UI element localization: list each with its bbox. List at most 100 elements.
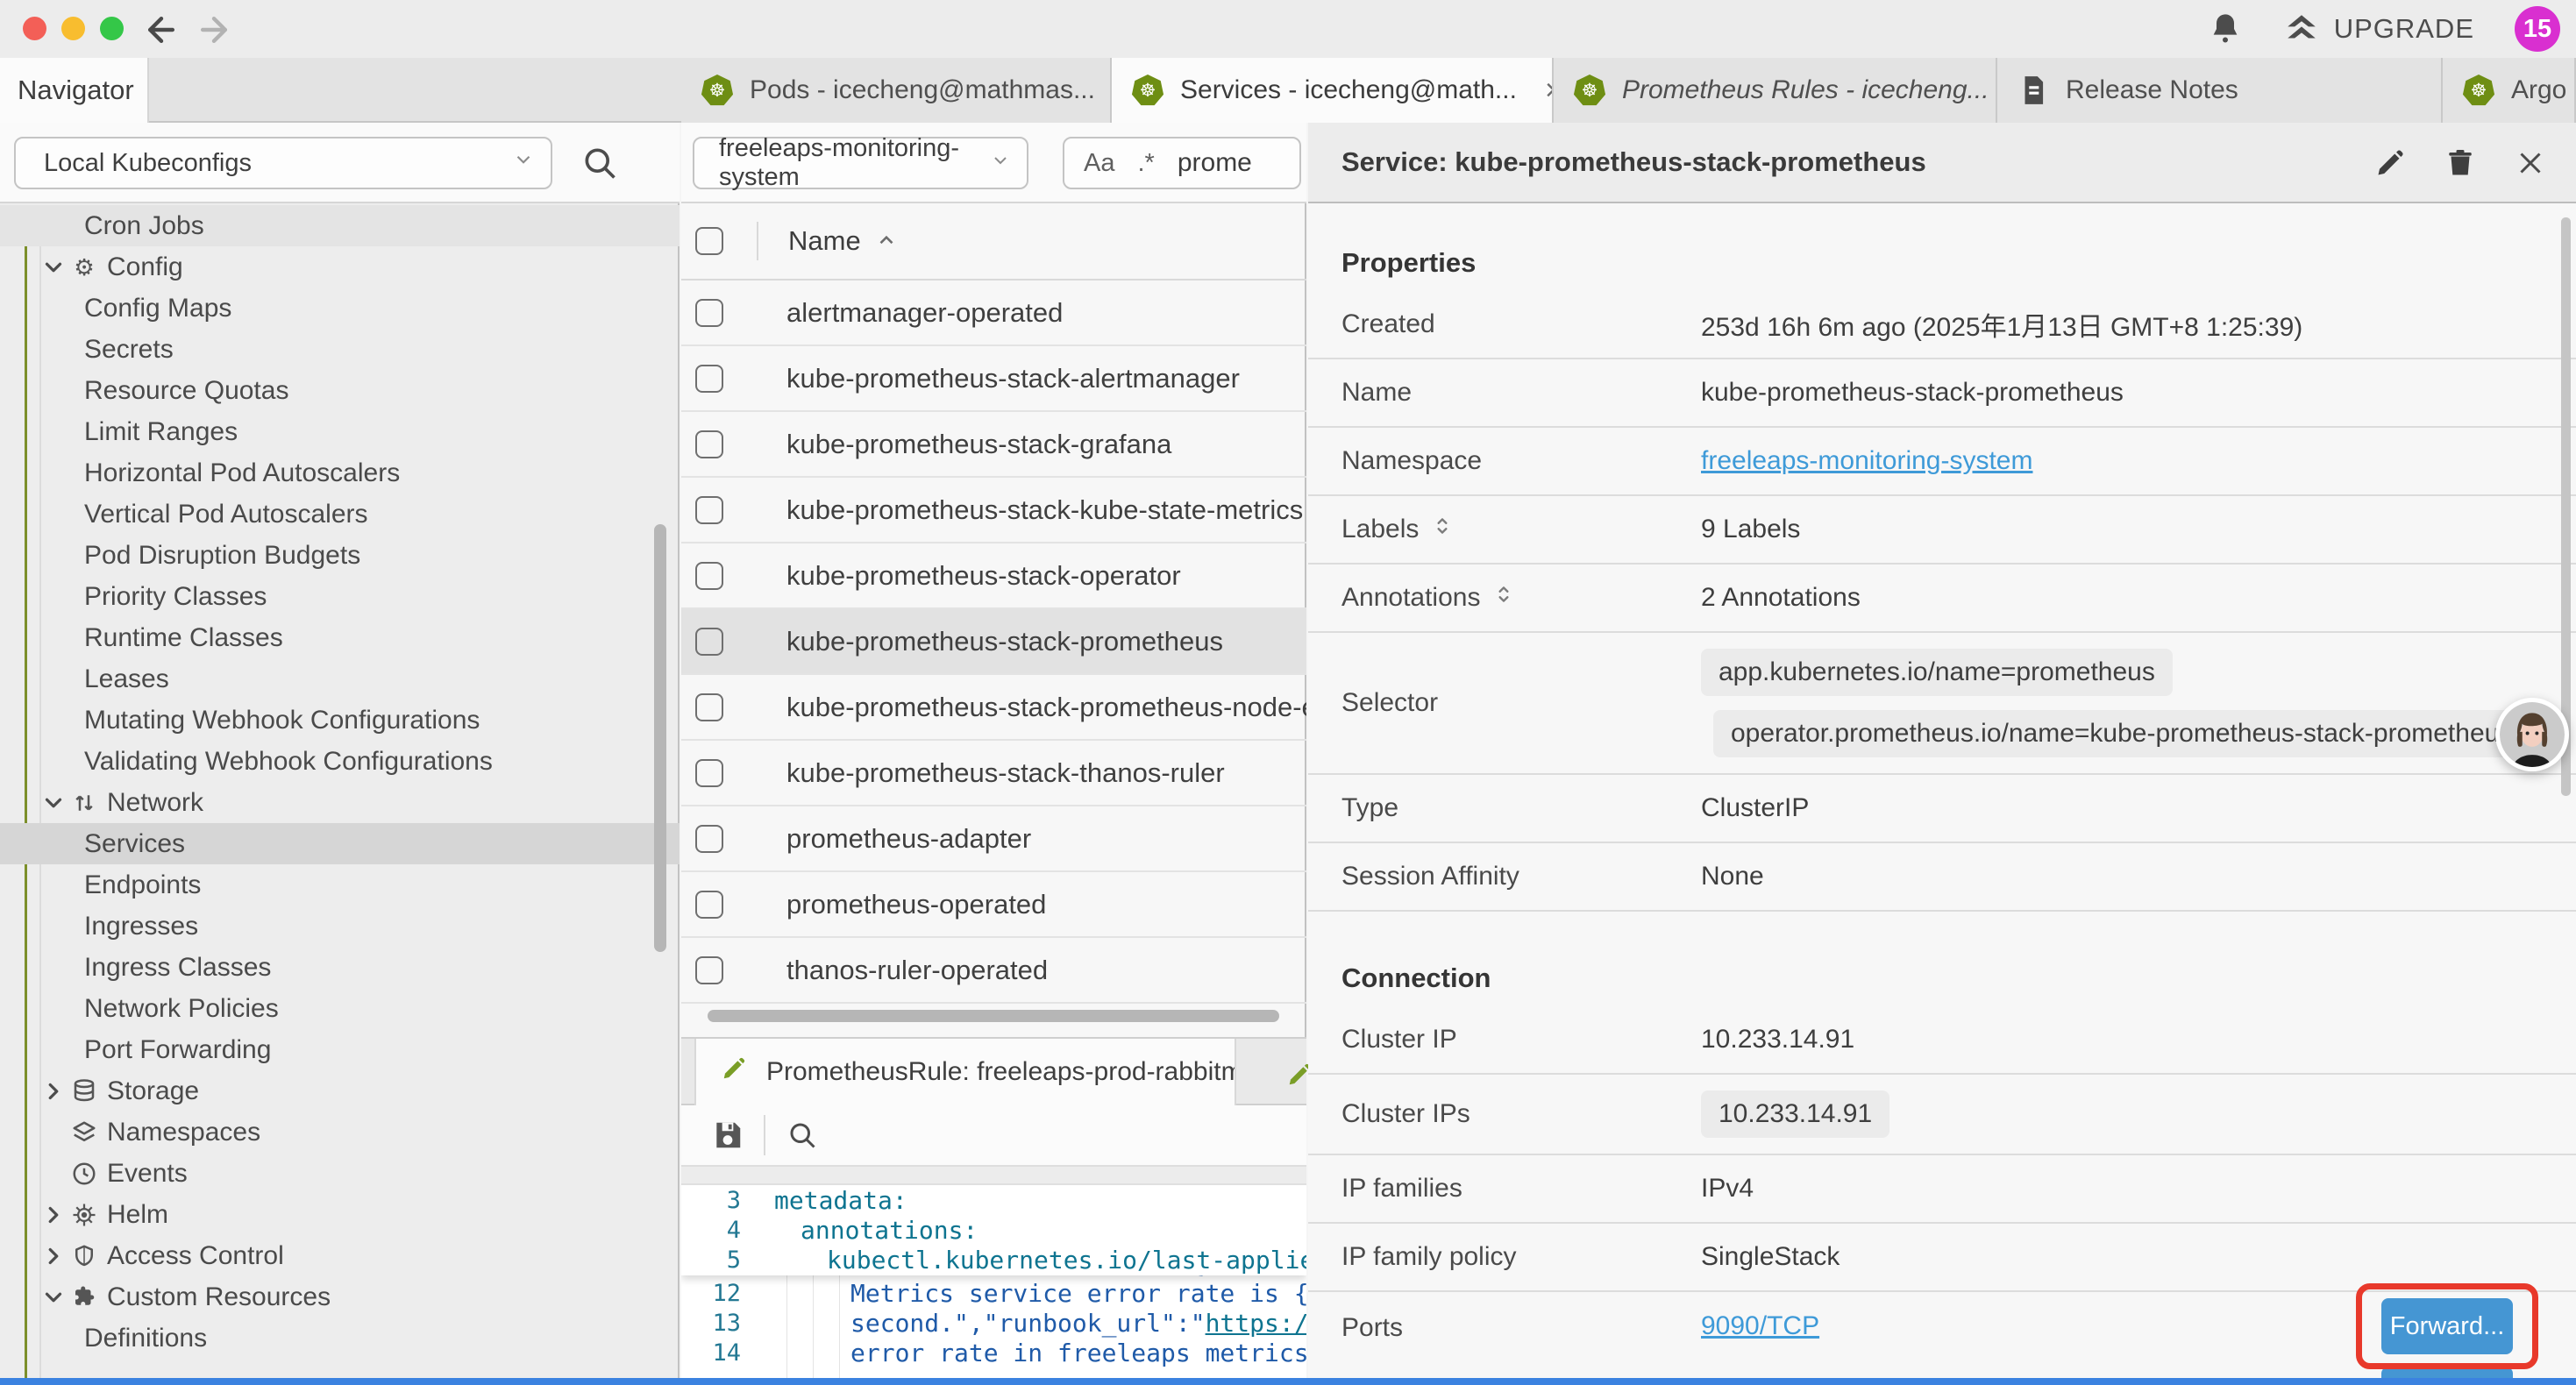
sidebar-item-storage[interactable]: Storage [0, 1070, 680, 1112]
table-row[interactable]: kube-prometheus-stack-operator [681, 543, 1306, 609]
expand-collapse-icon[interactable] [1492, 583, 1515, 613]
tab-prometheus[interactable]: ☸Prometheus Rules - icecheng... [1554, 58, 1997, 123]
editor-search-icon[interactable] [786, 1119, 818, 1151]
zoom-window-button[interactable] [100, 17, 124, 40]
detail-row-annotations: Annotations2 Annotations [1308, 565, 2576, 633]
table-row[interactable]: prometheus-adapter [681, 806, 1306, 872]
detail-scrollbar[interactable] [2561, 217, 2571, 796]
match-case-toggle[interactable]: Aa [1084, 149, 1114, 178]
row-checkbox[interactable] [695, 628, 723, 656]
sidebar-item-port-forwarding[interactable]: Port Forwarding [0, 1029, 680, 1070]
row-checkbox[interactable] [695, 562, 723, 590]
row-checkbox[interactable] [695, 365, 723, 393]
table-row[interactable]: kube-prometheus-stack-prometheus [681, 609, 1306, 675]
port-link[interactable]: 9090/TCP [1701, 1311, 1819, 1341]
tab-argo[interactable]: ☸Argo Se [2443, 58, 2576, 123]
sidebar-search-icon[interactable] [580, 144, 619, 182]
row-checkbox[interactable] [695, 891, 723, 919]
notifications-bell-icon[interactable] [2208, 11, 2243, 46]
expand-collapse-icon[interactable] [1431, 515, 1454, 544]
navigator-tab[interactable]: Navigator [0, 58, 149, 123]
table-row[interactable]: thanos-ruler-operated [681, 938, 1306, 1004]
search-input[interactable]: Aa .* prome [1063, 137, 1301, 189]
sidebar-scrollbar[interactable] [654, 524, 666, 952]
row-checkbox[interactable] [695, 693, 723, 721]
table-row[interactable]: kube-prometheus-stack-alertmanager [681, 346, 1306, 412]
namespace-select[interactable]: freeleaps-monitoring-system [693, 137, 1028, 189]
sidebar-item-config[interactable]: ⚙Config [0, 246, 680, 288]
tab-release[interactable]: Release Notes [1997, 58, 2443, 123]
table-row[interactable]: kube-prometheus-stack-prometheus-node-ex… [681, 675, 1306, 741]
assistant-avatar[interactable] [2495, 698, 2569, 771]
tab-services[interactable]: ☸Services - icecheng@math...× [1112, 58, 1554, 123]
editor-tab-prometheusrule[interactable]: PrometheusRule: freeleaps-prod-rabbitmq [694, 1039, 1236, 1105]
sidebar-item-resource-quotas[interactable]: Resource Quotas [0, 370, 680, 411]
close-window-button[interactable] [23, 17, 46, 40]
yaml-editor[interactable]: 110","for":"1m","labels":{"service":"12M… [681, 1185, 1306, 1385]
sidebar-item-access-control[interactable]: Access Control [0, 1235, 680, 1276]
sidebar-item-secrets[interactable]: Secrets [0, 329, 680, 370]
minimize-window-button[interactable] [61, 17, 85, 40]
notification-count-badge[interactable]: 15 [2515, 6, 2560, 52]
save-icon[interactable] [711, 1119, 744, 1152]
sidebar-item-leases[interactable]: Leases [0, 658, 680, 700]
table-row[interactable]: kube-prometheus-stack-kube-state-metrics [681, 478, 1306, 543]
upgrade-button[interactable]: UPGRADE [2283, 11, 2474, 47]
code-line-4: 4annotations: [681, 1215, 1306, 1245]
chevron-down-icon[interactable] [40, 1284, 67, 1310]
table-horizontal-scrollbar[interactable] [708, 1010, 1279, 1022]
sidebar-item-custom-resources[interactable]: Custom Resources [0, 1276, 680, 1318]
sidebar-item-definitions[interactable]: Definitions [0, 1318, 680, 1359]
sidebar-item-ingress-classes[interactable]: Ingress Classes [0, 947, 680, 988]
forward-button[interactable]: Forward... [2381, 1298, 2513, 1354]
chevron-right-icon[interactable] [40, 1078, 67, 1104]
sidebar-item-validating-webhook-configurations[interactable]: Validating Webhook Configurations [0, 741, 680, 782]
chevron-down-icon[interactable] [40, 790, 67, 816]
row-checkbox[interactable] [695, 759, 723, 787]
namespace-link[interactable]: freeleaps-monitoring-system [1701, 446, 2032, 476]
sidebar-item-services[interactable]: Services [0, 823, 680, 864]
table-row[interactable]: prometheus-operated [681, 872, 1306, 938]
sidebar-item-priority-classes[interactable]: Priority Classes [0, 576, 680, 617]
sidebar-item-runtime-classes[interactable]: Runtime Classes [0, 617, 680, 658]
row-checkbox[interactable] [695, 430, 723, 458]
chevron-down-icon[interactable] [40, 254, 67, 281]
sort-asc-icon[interactable] [875, 230, 898, 252]
sidebar-item-ingresses[interactable]: Ingresses [0, 906, 680, 947]
tab-pods[interactable]: ☸Pods - icecheng@mathmas... [681, 58, 1112, 123]
forward-arrow-icon[interactable] [195, 11, 233, 49]
sidebar-item-cron-jobs[interactable]: Cron Jobs [0, 205, 680, 246]
sidebar-item-limit-ranges[interactable]: Limit Ranges [0, 411, 680, 452]
sidebar-item-horizontal-pod-autoscalers[interactable]: Horizontal Pod Autoscalers [0, 452, 680, 494]
row-checkbox[interactable] [695, 299, 723, 327]
sidebar-item-pod-disruption-budgets[interactable]: Pod Disruption Budgets [0, 535, 680, 576]
close-tab-icon[interactable]: × [1545, 74, 1554, 108]
chevron-right-icon[interactable] [40, 1243, 67, 1269]
table-row[interactable]: alertmanager-operated [681, 281, 1306, 346]
sidebar-item-endpoints[interactable]: Endpoints [0, 864, 680, 906]
table-row[interactable]: kube-prometheus-stack-thanos-ruler [681, 741, 1306, 806]
edit-pencil-icon[interactable] [2374, 147, 2406, 179]
sidebar-item-network-policies[interactable]: Network Policies [0, 988, 680, 1029]
code-segment[interactable]: https://net [1206, 1309, 1306, 1338]
row-checkbox[interactable] [695, 956, 723, 984]
sidebar-item-vertical-pod-autoscalers[interactable]: Vertical Pod Autoscalers [0, 494, 680, 535]
sidebar-item-mutating-webhook-configurations[interactable]: Mutating Webhook Configurations [0, 700, 680, 741]
select-all-checkbox[interactable] [695, 227, 723, 255]
kubeconfig-select[interactable]: Local Kubeconfigs [14, 137, 552, 189]
chevron-right-icon[interactable] [40, 1202, 67, 1228]
sidebar-item-config-maps[interactable]: Config Maps [0, 288, 680, 329]
delete-trash-icon[interactable] [2444, 147, 2476, 179]
name-column-header[interactable]: Name [788, 225, 861, 257]
back-arrow-icon[interactable] [142, 11, 181, 49]
sidebar-item-namespaces[interactable]: Namespaces [0, 1112, 680, 1153]
regex-toggle[interactable]: .* [1137, 149, 1154, 178]
close-icon[interactable] [2515, 147, 2546, 179]
window-controls[interactable] [23, 17, 124, 40]
row-checkbox[interactable] [695, 496, 723, 524]
sidebar-item-events[interactable]: Events [0, 1153, 680, 1194]
sidebar-item-helm[interactable]: Helm [0, 1194, 680, 1235]
row-checkbox[interactable] [695, 825, 723, 853]
sidebar-item-network[interactable]: Network [0, 782, 680, 823]
table-row[interactable]: kube-prometheus-stack-grafana [681, 412, 1306, 478]
